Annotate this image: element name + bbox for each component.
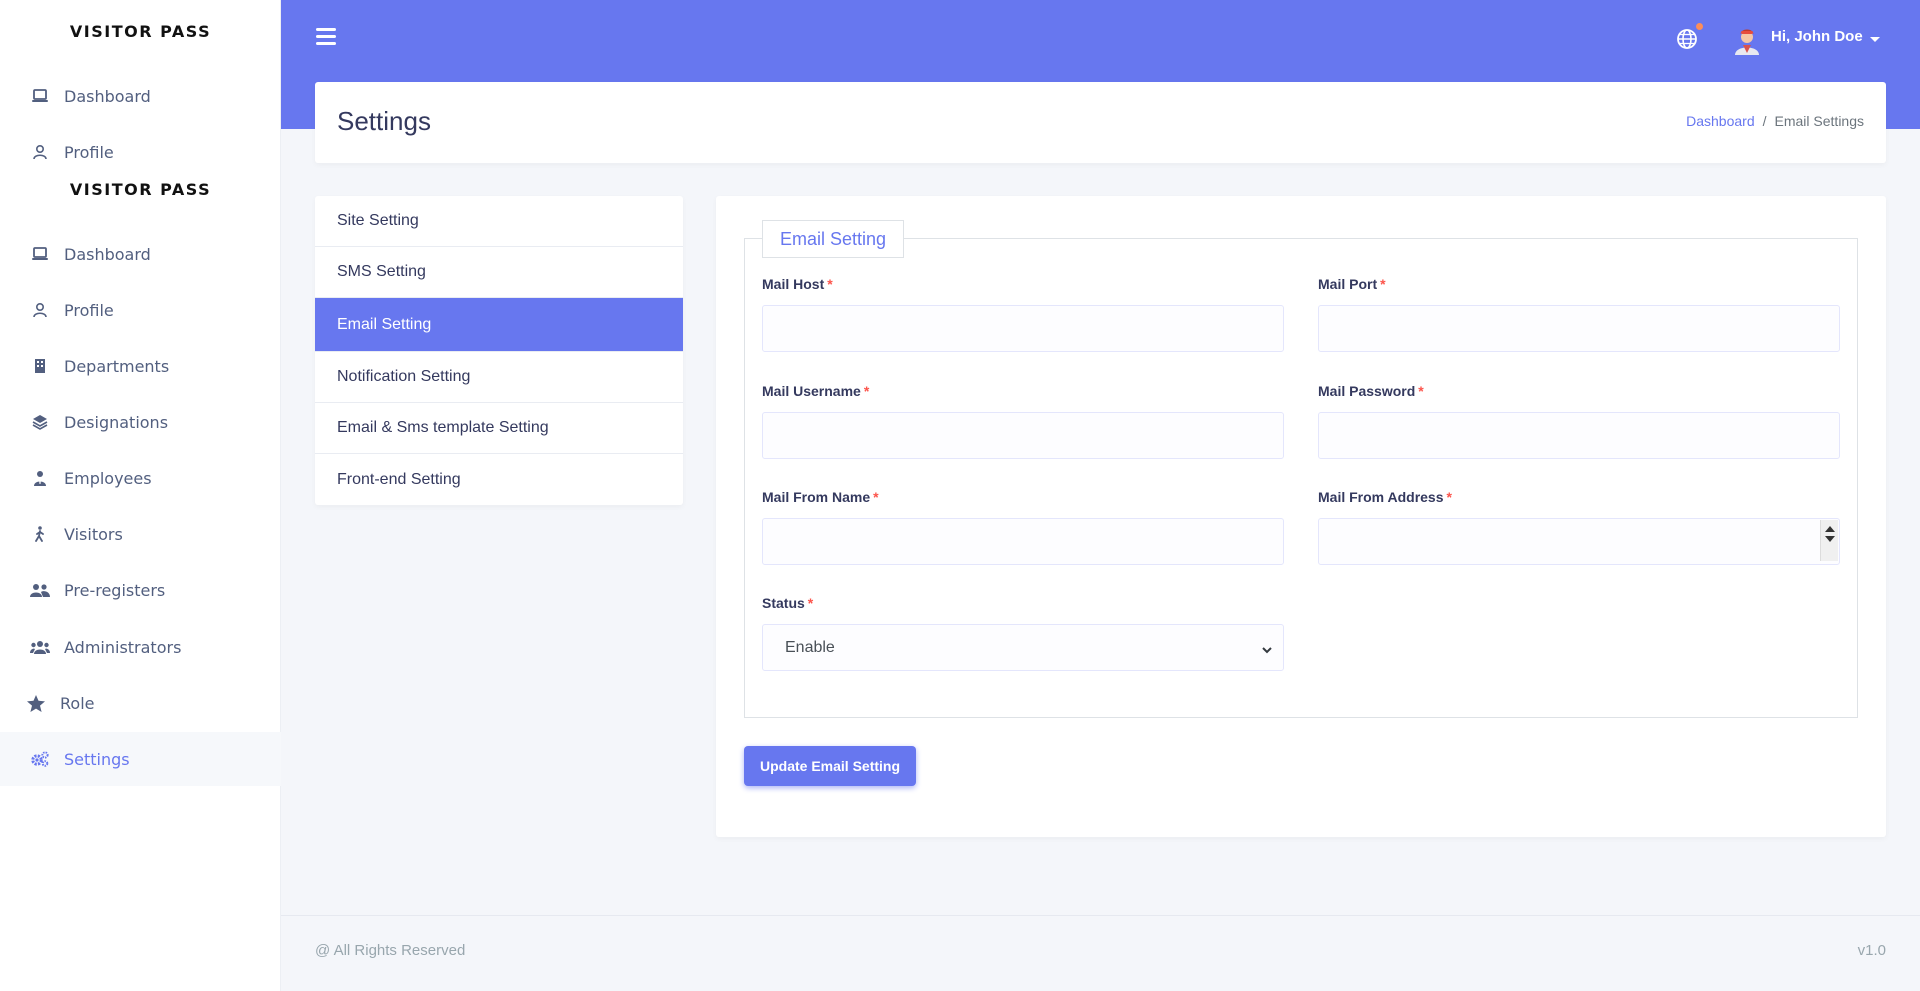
footer-version: v1.0: [1857, 942, 1886, 959]
settings-menu-front-end[interactable]: Front-end Setting: [315, 454, 683, 505]
settings-menu-site[interactable]: Site Setting: [315, 196, 683, 247]
required-mark: *: [873, 489, 879, 505]
sidebar-item-label: Departments: [64, 356, 170, 376]
required-mark: *: [1418, 383, 1424, 399]
sidebar-item-label: Administrators: [64, 637, 182, 657]
settings-menu-email[interactable]: Email Setting: [315, 298, 683, 352]
sidebar-item-label: Dashboard: [64, 86, 151, 106]
sidebar-item-profile[interactable]: Profile: [0, 283, 281, 337]
breadcrumb-dashboard-link[interactable]: Dashboard: [1686, 113, 1755, 129]
walking-icon: [30, 524, 50, 544]
update-email-setting-button[interactable]: Update Email Setting: [744, 746, 917, 786]
status-label: Status *: [762, 595, 813, 611]
mail-username-input[interactable]: [762, 412, 1284, 459]
user-icon: [30, 300, 50, 320]
breadcrumb: Dashboard / Email Settings: [1686, 113, 1864, 129]
required-mark: *: [807, 595, 814, 611]
user-greeting[interactable]: Hi, John Doe: [1771, 28, 1863, 45]
required-mark: *: [1380, 276, 1386, 292]
mail-username-label-text: Mail Username: [762, 383, 861, 399]
status-label-text: Status: [762, 595, 805, 611]
sidebar-item-visitors[interactable]: Visitors: [0, 507, 281, 561]
avatar[interactable]: [1731, 23, 1763, 55]
mail-from-address-field: [1318, 518, 1840, 565]
sidebar-item-label: Profile: [64, 300, 114, 320]
status-select[interactable]: Enable: [762, 624, 1284, 671]
settings-menu: Site Setting SMS Setting Email Setting N…: [315, 196, 683, 505]
laptop-icon: [30, 86, 50, 106]
sidebar-item-role[interactable]: Role: [0, 676, 281, 730]
notification-dot: [1696, 23, 1703, 30]
settings-menu-notification[interactable]: Notification Setting: [315, 352, 683, 403]
sidebar-item-label: Profile: [64, 142, 114, 162]
mail-password-input[interactable]: [1318, 412, 1840, 459]
sidebar-item-dashboard-top[interactable]: Dashboard: [0, 69, 281, 123]
globe-icon[interactable]: [1676, 28, 1698, 50]
sidebar-item-profile-top[interactable]: Profile: [0, 125, 281, 179]
sidebar-item-label: Visitors: [64, 524, 123, 544]
mail-port-label: Mail Port *: [1318, 276, 1386, 292]
fieldset-legend: Email Setting: [762, 220, 905, 258]
required-mark: *: [1446, 489, 1452, 505]
menu-toggle-icon[interactable]: [316, 28, 336, 50]
user-icon: [30, 142, 50, 162]
mail-password-label-text: Mail Password: [1318, 383, 1416, 399]
sidebar: VISITOR PASS Dashboard Profile VISITOR P…: [0, 0, 281, 991]
sidebar-item-pre-registers[interactable]: Pre-registers: [0, 563, 281, 617]
sidebar-item-dashboard[interactable]: Dashboard: [0, 227, 281, 281]
sidebar-item-departments[interactable]: Departments: [0, 339, 281, 393]
mail-port-label-text: Mail Port: [1318, 276, 1378, 292]
mail-host-label: Mail Host *: [762, 276, 833, 292]
sidebar-item-label: Role: [60, 693, 95, 713]
mail-from-address-input[interactable]: [1318, 518, 1840, 565]
mail-host-label-text: Mail Host: [762, 276, 825, 292]
star-icon: [26, 693, 46, 713]
mail-from-address-label: Mail From Address *: [1318, 489, 1452, 505]
page-header-card: Settings Dashboard / Email Settings: [315, 82, 1886, 163]
layers-icon: [30, 412, 50, 432]
mail-password-label: Mail Password *: [1318, 383, 1424, 399]
breadcrumb-separator: /: [1762, 113, 1767, 129]
sidebar-item-designations[interactable]: Designations: [0, 395, 281, 449]
sidebar-item-label: Employees: [64, 468, 152, 488]
brand-logo[interactable]: VISITOR PASS: [0, 22, 281, 41]
user-friends-icon: [30, 580, 50, 600]
spin-up-icon[interactable]: [1825, 526, 1835, 532]
cogs-icon: [30, 749, 50, 769]
mail-from-name-label-text: Mail From Name: [762, 489, 871, 505]
mail-port-input[interactable]: [1318, 305, 1840, 352]
mail-host-input[interactable]: [762, 305, 1284, 352]
sidebar-item-label: Dashboard: [64, 244, 151, 264]
users-icon: [30, 637, 50, 657]
building-icon: [30, 356, 50, 376]
sidebar-item-settings[interactable]: Settings: [0, 732, 281, 786]
sidebar-item-label: Designations: [64, 412, 169, 432]
chevron-down-icon[interactable]: [1870, 37, 1880, 42]
page-title: Settings: [337, 106, 431, 136]
number-spinner[interactable]: [1820, 520, 1838, 561]
spin-down-icon[interactable]: [1825, 536, 1835, 542]
mail-from-name-input[interactable]: [762, 518, 1284, 565]
sidebar-item-label: Pre-registers: [64, 580, 166, 600]
chevron-down-icon: [1261, 642, 1273, 660]
status-selected-value: Enable: [785, 638, 835, 656]
mail-username-label: Mail Username *: [762, 383, 869, 399]
settings-menu-sms[interactable]: SMS Setting: [315, 247, 683, 298]
mail-from-name-label: Mail From Name *: [762, 489, 879, 505]
user-tie-icon: [30, 468, 50, 488]
footer-copyright: @ All Rights Reserved: [315, 942, 466, 959]
breadcrumb-current: Email Settings: [1774, 113, 1864, 129]
mail-from-address-label-text: Mail From Address: [1318, 489, 1444, 505]
brand-logo-secondary[interactable]: VISITOR PASS: [0, 180, 281, 199]
footer: @ All Rights Reserved v1.0: [281, 915, 1920, 991]
required-mark: *: [827, 276, 833, 292]
sidebar-item-label: Settings: [64, 749, 130, 769]
required-mark: *: [863, 383, 870, 399]
sidebar-item-employees[interactable]: Employees: [0, 451, 281, 505]
laptop-icon: [30, 244, 50, 264]
sidebar-item-administrators[interactable]: Administrators: [0, 620, 281, 674]
email-setting-card: Email Setting Mail Host * Mail Port * Mail…: [716, 196, 1886, 837]
settings-menu-email-sms-template[interactable]: Email & Sms template Setting: [315, 403, 683, 454]
